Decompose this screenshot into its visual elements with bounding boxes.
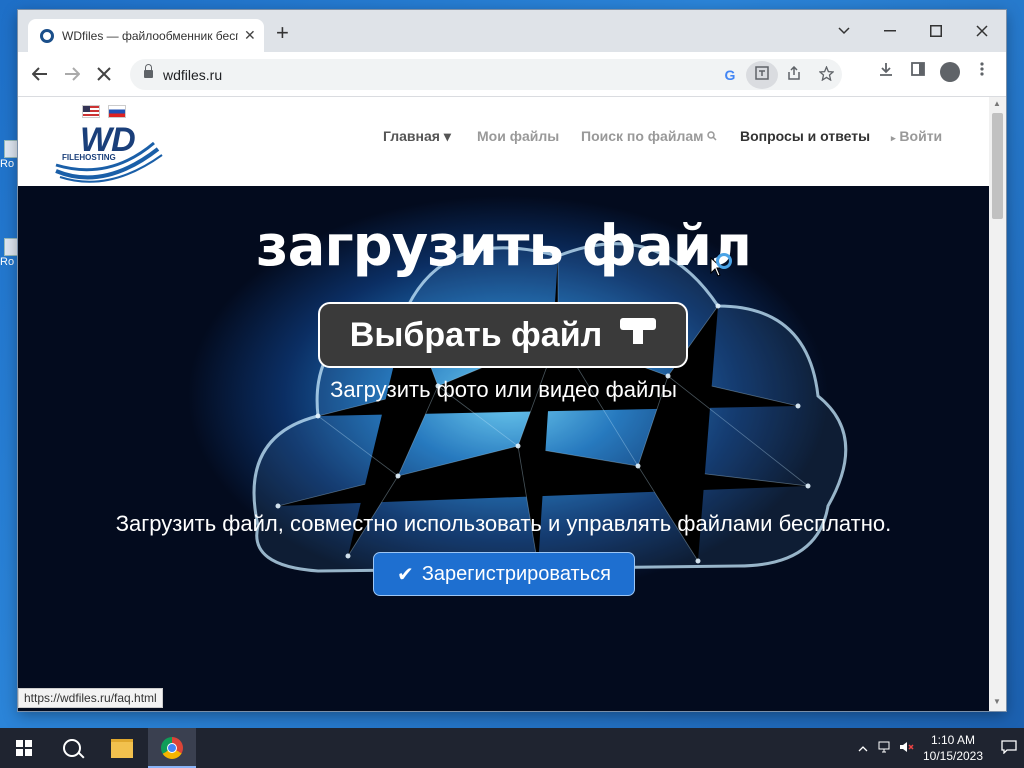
hero-description: Загрузить файл, совместно использовать и…: [115, 511, 892, 536]
register-label: Зарегистрироваться: [421, 562, 611, 585]
register-button[interactable]: ✔ Зарегистрироваться: [373, 552, 635, 596]
nav-login[interactable]: ▸ Войти: [891, 128, 942, 144]
address-bar[interactable]: wdfiles.ru G: [130, 59, 842, 90]
scroll-up-arrow-icon[interactable]: ▲: [993, 99, 1001, 108]
volume-muted-icon[interactable]: [896, 741, 918, 756]
bookmark-star-icon[interactable]: [810, 64, 842, 84]
nav-login-label: Войти: [899, 128, 943, 144]
browser-window: WDfiles — файлообменник бесплатный ✕ + w…: [18, 10, 1006, 711]
nav-my-files[interactable]: Мои файлы: [477, 128, 559, 144]
checkmark-icon: ✔: [397, 563, 414, 586]
windows-logo-icon: [16, 740, 32, 756]
clock[interactable]: 1:10 AM 10/15/2023: [918, 732, 988, 764]
back-button[interactable]: [28, 62, 52, 86]
site-favicon-icon: [40, 28, 54, 43]
link-status-bubble: https://wdfiles.ru/faq.html: [18, 688, 163, 708]
tab-title: WDfiles — файлообменник бесплатный: [62, 28, 238, 43]
clock-time: 1:10 AM: [930, 733, 976, 747]
system-tray: 1:10 AM 10/15/2023: [852, 728, 1024, 768]
hero-subtitle: Загрузить фото или видео файлы: [330, 377, 677, 402]
desktop-icon-1[interactable]: Ro: [0, 140, 20, 170]
site-logo[interactable]: WD FILEHOSTING: [54, 121, 164, 183]
translate-icon[interactable]: [746, 60, 778, 89]
kebab-menu-icon[interactable]: [966, 62, 998, 82]
tab-strip: WDfiles — файлообменник бесплатный ✕ +: [18, 10, 1006, 52]
profile-avatar-icon[interactable]: [934, 62, 966, 82]
nav-home[interactable]: Главная ▾: [383, 128, 451, 145]
folder-icon: [111, 738, 133, 758]
tab-search-chevron-icon[interactable]: [822, 16, 866, 46]
download-icon[interactable]: [870, 62, 902, 82]
taskbar: 1:10 AM 10/15/2023: [0, 728, 1024, 768]
stop-loading-button[interactable]: [92, 62, 116, 86]
page-viewport: WD FILEHOSTING Главная ▾ Мои файлы Поиск…: [18, 97, 989, 711]
browser-toolbar: wdfiles.ru G: [18, 52, 1006, 97]
taskbar-search-button[interactable]: [48, 728, 96, 768]
nav-faq[interactable]: Вопросы и ответы: [740, 128, 870, 144]
maximize-button[interactable]: [914, 16, 958, 46]
loading-spinner-icon: [716, 253, 732, 269]
hero-title: загрузить файл: [256, 214, 752, 279]
google-icon[interactable]: G: [714, 67, 746, 83]
url-text[interactable]: wdfiles.ru: [163, 67, 222, 83]
notification-center-icon[interactable]: [994, 739, 1024, 757]
nav-search-files[interactable]: Поиск по файлам: [581, 128, 717, 144]
lock-icon: [144, 64, 153, 80]
site-header: WD FILEHOSTING Главная ▾ Мои файлы Поиск…: [18, 97, 989, 186]
forward-button[interactable]: [60, 62, 84, 86]
new-tab-button[interactable]: +: [276, 22, 289, 44]
file-explorer-button[interactable]: [98, 728, 146, 768]
search-icon: [707, 131, 717, 141]
choose-file-button[interactable]: Выбрать файл: [318, 302, 688, 368]
hero-section: загрузить файл Выбрать файл Загрузить фо…: [18, 186, 989, 711]
upload-icon: [620, 318, 657, 352]
network-icon[interactable]: [874, 741, 896, 756]
russian-flag-icon[interactable]: [108, 105, 126, 118]
close-window-button[interactable]: [960, 16, 1004, 46]
desktop-icon-label: Ro: [0, 158, 15, 170]
chrome-icon: [161, 737, 183, 759]
minimize-button[interactable]: [868, 16, 912, 46]
logo-subtext: FILEHOSTING: [62, 153, 116, 162]
scroll-down-arrow-icon[interactable]: ▼: [993, 697, 1001, 706]
caret-right-icon: ▸: [891, 133, 896, 143]
start-button[interactable]: [0, 728, 48, 768]
search-icon: [63, 739, 81, 757]
english-flag-icon[interactable]: [82, 105, 100, 118]
choose-file-label: Выбрать файл: [349, 315, 603, 354]
desktop-icon-label: Ro: [0, 256, 15, 268]
side-panel-icon[interactable]: [902, 62, 934, 82]
chevron-up-icon[interactable]: [852, 741, 874, 755]
desktop-icon-2[interactable]: Ro: [0, 238, 20, 268]
clock-date: 10/15/2023: [922, 749, 984, 763]
browser-tab[interactable]: WDfiles — файлообменник бесплатный ✕: [28, 19, 264, 52]
page-scrollbar[interactable]: ▲ ▼: [989, 97, 1006, 711]
nav-search-label: Поиск по файлам: [581, 128, 704, 144]
share-icon[interactable]: [778, 65, 810, 83]
tab-close-icon[interactable]: ✕: [244, 27, 256, 44]
chrome-taskbar-button[interactable]: [148, 728, 196, 768]
scrollbar-thumb[interactable]: [992, 113, 1003, 219]
